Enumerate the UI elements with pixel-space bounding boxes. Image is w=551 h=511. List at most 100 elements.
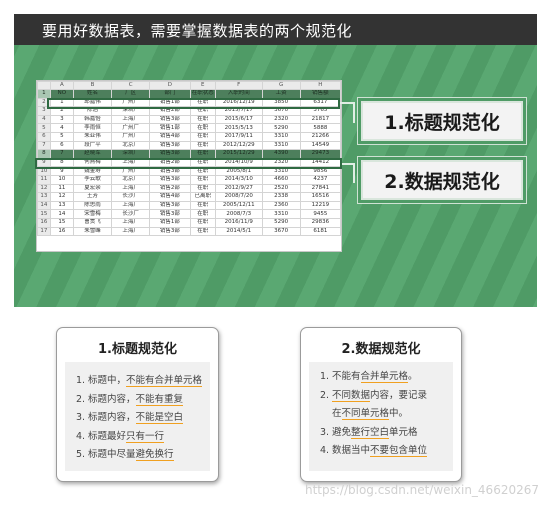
table-cell: 销售3部 bbox=[149, 209, 191, 219]
table-cell: 北京厂 bbox=[111, 140, 151, 151]
item-number: 2. bbox=[320, 389, 330, 401]
table-cell: 6317 bbox=[299, 97, 342, 108]
table-cell: 销售1部 bbox=[149, 123, 191, 133]
table-cell: 29473 bbox=[299, 149, 342, 159]
table-cell: 在职 bbox=[189, 157, 216, 168]
item-text: 内容，要记录 bbox=[370, 389, 428, 401]
table-cell: 21266 bbox=[299, 131, 342, 142]
emphasized-text: 不同数据 bbox=[332, 389, 371, 402]
emphasized-text: 避免换行 bbox=[135, 449, 174, 461]
table-cell: 在职 bbox=[189, 226, 216, 237]
item-number: 1. bbox=[320, 371, 330, 382]
list-item: 4. 数据当中不要包含单位 bbox=[320, 442, 453, 461]
table-cell: 上海厂 bbox=[111, 226, 151, 237]
table-cell: 销售3部 bbox=[149, 114, 191, 125]
table-cell: 7 bbox=[49, 149, 75, 159]
column-header: A bbox=[49, 81, 75, 90]
table-cell: 销售4部 bbox=[149, 192, 191, 202]
table-cell: 9 bbox=[49, 166, 75, 176]
list-item: 在不同单元格中。 bbox=[320, 405, 453, 424]
table-cell: 在职 bbox=[189, 97, 216, 108]
row-number: 9 bbox=[37, 157, 51, 168]
list-item: 4. 标题最好只有一行 bbox=[76, 428, 210, 447]
table-cell: 陈浩 bbox=[72, 106, 113, 116]
table-cell: 3310 bbox=[261, 166, 301, 176]
table-cell: 李云歌 bbox=[72, 174, 113, 185]
table-cell: 销售3部 bbox=[149, 166, 191, 176]
table-cell: 王芳 bbox=[72, 192, 113, 202]
table-cell: 在职 bbox=[189, 183, 216, 194]
table-cell: 2014/3/10 bbox=[214, 174, 263, 185]
table-row: 10 9 魏金寿 广州厂 销售3部 在职 2005/8/1 3310 9856 bbox=[37, 166, 342, 176]
connector-2-v bbox=[353, 163, 355, 183]
table-cell: 李雨恒 bbox=[72, 123, 113, 133]
item-text: 单元格 bbox=[389, 426, 418, 438]
row-number: 17 bbox=[37, 226, 51, 237]
item-text: 标题中尽量 bbox=[88, 449, 136, 460]
table-cell: 陈思雨 bbox=[72, 200, 113, 211]
row-number: 15 bbox=[37, 209, 51, 219]
table-cell: 销售4部 bbox=[149, 131, 191, 142]
emphasized-text: 不同单元格 bbox=[341, 408, 390, 420]
table-cell: 2015/5/13 bbox=[214, 123, 263, 133]
table-cell: 4660 bbox=[261, 174, 301, 185]
emphasized-text: 只有一行 bbox=[126, 430, 165, 443]
list-item: 2. 不同数据内容，要记录 bbox=[320, 387, 453, 406]
table-cell: 销售3部 bbox=[149, 226, 191, 237]
table-cell: 销售2部 bbox=[149, 183, 191, 194]
table-row: 8 7 赵晓军 深圳厂 销售3部 在职 2015/12/29 4390 29473 bbox=[37, 149, 342, 159]
list-item: 3. 标题内容，不能是空白 bbox=[76, 409, 210, 428]
row-number: 8 bbox=[37, 149, 51, 159]
table-cell: 14412 bbox=[299, 157, 342, 168]
table-cell: 工资 bbox=[261, 89, 301, 99]
item-text: 标题内容， bbox=[88, 393, 136, 405]
table-cell: 销售2部 bbox=[149, 157, 191, 168]
card-title-normalization: 1.标题规范化 1. 标题中，不能有合并单元格 2. 标题内容，不能有重复 3. 标题内容… bbox=[56, 327, 219, 482]
connector-1-v bbox=[353, 102, 355, 123]
table-cell: 2005/12/11 bbox=[214, 200, 263, 211]
table-cell: 2012/12/29 bbox=[214, 140, 263, 151]
table-cell: 广州厂 bbox=[111, 166, 151, 176]
table-cell: 长沙厂 bbox=[111, 192, 151, 202]
row-number: 7 bbox=[37, 140, 51, 151]
table-cell: 3 bbox=[49, 114, 75, 125]
table-cell: 3850 bbox=[261, 97, 301, 108]
table-cell: 14 bbox=[49, 209, 75, 219]
table-cell: 厂区 bbox=[111, 89, 151, 99]
list-item: 2. 标题内容，不能有重复 bbox=[76, 391, 210, 410]
table-cell: 销售3部 bbox=[149, 149, 191, 159]
table-cell: 2017/9/11 bbox=[214, 131, 263, 142]
table-cell: 上海厂 bbox=[111, 217, 151, 228]
table-cell: 2014/10/9 bbox=[214, 157, 263, 168]
table-cell: 13 bbox=[49, 200, 75, 211]
list-item: 1. 标题中，不能有合并单元格 bbox=[76, 372, 210, 391]
table-row: 1 NO 姓名 厂区 部门 在职状态 入职时间 工资 销售额 bbox=[37, 89, 342, 99]
table-row: 14 13 陈思雨 上海厂 销售3部 在职 2005/12/11 2360 12219 bbox=[37, 200, 342, 211]
table-cell: 夏宏余 bbox=[72, 183, 113, 194]
row-number: 14 bbox=[37, 200, 51, 211]
item-text: 在 bbox=[332, 408, 342, 419]
table-cell: 在职 bbox=[189, 174, 216, 185]
slide-title: 要用好数据表，需要掌握数据表的两个规范化 bbox=[42, 22, 353, 40]
column-header: D bbox=[149, 81, 191, 90]
table-cell: 销售3部 bbox=[149, 200, 191, 211]
column-header: E bbox=[189, 81, 216, 90]
table-row: 3 2 陈浩 深圳厂 销售2部 在职 2015/7/17 3670 3765 bbox=[37, 106, 342, 116]
item-number: 4. bbox=[320, 445, 330, 456]
table-cell: 姓名 bbox=[72, 89, 113, 99]
table-cell: 长沙厂 bbox=[111, 209, 151, 219]
table-cell: 15 bbox=[49, 217, 75, 228]
table-cell: 29836 bbox=[299, 217, 342, 228]
table-cell: 4 bbox=[49, 123, 75, 133]
table-cell: 2015/7/17 bbox=[214, 106, 263, 116]
table-cell: 2 bbox=[49, 106, 75, 116]
table-row: 5 4 李雨恒 广州厂 销售1部 在职 2015/5/13 5290 5888 bbox=[37, 123, 342, 133]
table-cell: 9856 bbox=[299, 166, 342, 176]
column-header: C bbox=[111, 81, 151, 90]
row-number: 16 bbox=[37, 217, 51, 228]
table-cell: 朱亚伟 bbox=[72, 131, 113, 142]
table-cell: 在职 bbox=[189, 106, 216, 116]
row-number: 1 bbox=[37, 89, 51, 99]
table-cell: 销售1部 bbox=[149, 97, 191, 108]
table-cell: 在职 bbox=[189, 123, 216, 133]
